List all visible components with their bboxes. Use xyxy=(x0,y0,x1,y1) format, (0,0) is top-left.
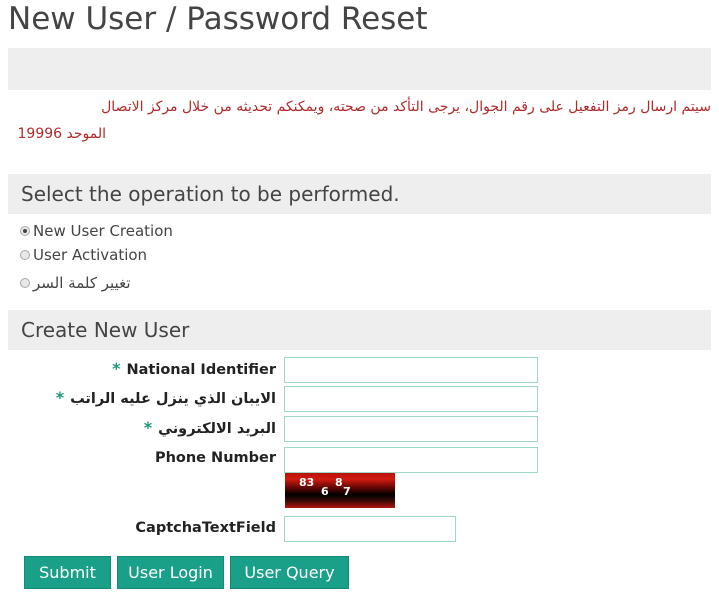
captcha-char: 7 xyxy=(343,485,351,498)
notice-line-2: الموحد 19996 xyxy=(17,126,106,142)
captcha-char: 83 xyxy=(299,476,315,489)
captcha-label: CaptchaTextField xyxy=(135,520,276,536)
radio-unchecked-icon[interactable] xyxy=(20,250,30,260)
phone-number-input[interactable] xyxy=(284,447,538,473)
required-star-icon: * xyxy=(55,388,65,407)
iban-input[interactable] xyxy=(284,386,538,412)
radio-label: User Activation xyxy=(33,246,148,264)
operation-section-header: Select the operation to be performed. xyxy=(8,174,711,214)
national-identifier-input[interactable] xyxy=(284,357,538,383)
captcha-input[interactable] xyxy=(284,516,456,542)
iban-label: * الايبان الذي ينزل عليه الراتب xyxy=(55,388,276,407)
captcha-image: 83 6 8 7 xyxy=(285,473,395,508)
required-star-icon: * xyxy=(143,418,153,437)
activation-notice: سيتم ارسال رمز التفعيل على رقم الجوال، ي… xyxy=(8,94,711,148)
message-bar xyxy=(8,48,711,90)
email-input[interactable] xyxy=(284,416,538,442)
page-title: New User / Password Reset xyxy=(8,1,428,37)
required-star-icon: * xyxy=(112,359,121,378)
radio-label: تغيير كلمة السر xyxy=(33,274,131,292)
national-identifier-label: * National Identifier xyxy=(112,359,276,378)
notice-line-1: سيتم ارسال رمز التفعيل على رقم الجوال، ي… xyxy=(101,99,711,115)
captcha-char: 8 xyxy=(335,476,343,489)
user-login-button[interactable]: User Login xyxy=(117,556,224,589)
radio-user-activation[interactable]: User Activation xyxy=(20,246,147,264)
radio-label: New User Creation xyxy=(33,222,173,240)
submit-button[interactable]: Submit xyxy=(24,556,111,589)
radio-change-password[interactable]: تغيير كلمة السر xyxy=(20,274,131,292)
captcha-char: 6 xyxy=(321,485,329,498)
user-query-button[interactable]: User Query xyxy=(230,556,349,589)
create-user-section-header: Create New User xyxy=(8,310,711,350)
radio-new-user-creation[interactable]: New User Creation xyxy=(20,222,173,240)
email-label: * البريد الالكتروني xyxy=(143,418,276,437)
radio-checked-icon[interactable] xyxy=(20,226,30,236)
radio-unchecked-icon[interactable] xyxy=(20,278,30,288)
phone-number-label: Phone Number xyxy=(154,450,276,466)
